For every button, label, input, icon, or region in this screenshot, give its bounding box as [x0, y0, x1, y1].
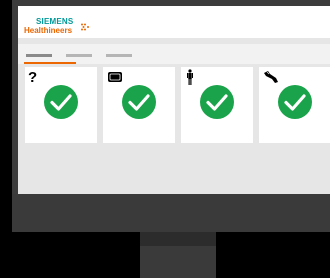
check-icon	[200, 85, 234, 119]
tab-2[interactable]	[66, 54, 92, 57]
check-icon	[122, 85, 156, 119]
tab-1[interactable]	[26, 54, 52, 57]
question-icon: ?	[28, 69, 46, 86]
status-card-1[interactable]: ?	[25, 67, 97, 143]
logo-dots-icon	[81, 23, 89, 31]
wrench-icon	[264, 71, 278, 83]
check-icon	[278, 85, 312, 119]
person-icon	[187, 69, 193, 85]
screen: SIEMENS Healthineers ?	[18, 6, 330, 194]
monitor-stand	[140, 246, 216, 278]
logo-siemens-text: SIEMENS	[36, 17, 74, 26]
status-card-4[interactable]	[259, 67, 330, 143]
logo-healthineers-text: Healthineers	[24, 26, 73, 35]
monitor-stand-neck	[140, 232, 216, 246]
monitor-bezel	[12, 194, 330, 232]
device-icon	[108, 72, 122, 82]
status-card-3[interactable]	[181, 67, 253, 143]
scene: SIEMENS Healthineers ?	[0, 0, 330, 278]
app-header: SIEMENS Healthineers	[18, 6, 330, 38]
tab-bar	[18, 44, 330, 64]
tab-active-indicator	[24, 62, 76, 64]
check-icon	[44, 85, 78, 119]
siemens-healthineers-logo: SIEMENS Healthineers	[24, 17, 89, 35]
question-mark: ?	[28, 69, 38, 86]
tab-3[interactable]	[106, 54, 132, 57]
status-card-2[interactable]	[103, 67, 175, 143]
